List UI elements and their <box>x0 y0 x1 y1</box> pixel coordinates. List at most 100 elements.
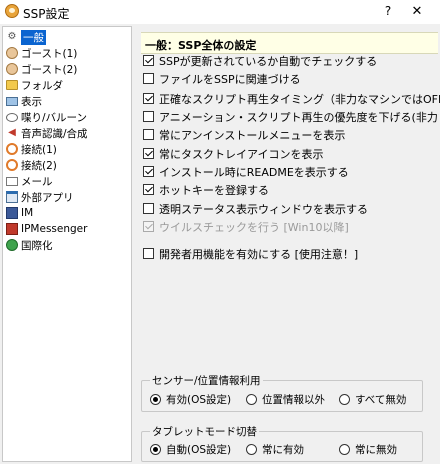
radio-button[interactable] <box>150 394 161 405</box>
checkbox[interactable] <box>143 55 154 66</box>
tablet-mode-group: タブレットモード切替 自動(OS設定) 常に有効 常に無効 <box>141 424 423 462</box>
sidebar-item-ipmessenger[interactable]: IPMessenger <box>6 221 131 237</box>
sidebar-item-i18n[interactable]: 国際化 <box>6 237 131 253</box>
option-tray-icon[interactable]: 常にタスクトレイアイコンを表示 <box>143 146 323 161</box>
sidebar-item-connection-1[interactable]: 接続(1) <box>6 141 131 157</box>
sidebar-item-mail[interactable]: メール <box>6 173 131 189</box>
radio-button[interactable] <box>339 394 350 405</box>
sidebar-item-voice[interactable]: ◀ 音声認識/合成 <box>6 125 131 141</box>
radio-sensor-all-disabled[interactable]: すべて無効 <box>339 392 406 407</box>
group-title: タブレットモード切替 <box>150 424 259 439</box>
radio-sensor-except-location[interactable]: 位置情報以外 <box>246 392 325 407</box>
network-icon <box>6 143 18 155</box>
network-icon <box>6 159 18 171</box>
checkbox[interactable] <box>143 129 154 140</box>
checkbox[interactable] <box>143 184 154 195</box>
messenger-icon <box>6 223 18 235</box>
sidebar-item-label: 接続(1) <box>21 143 57 156</box>
sensor-group: センサー/位置情報利用 有効(OS設定) 位置情報以外 すべて無効 <box>141 373 423 412</box>
option-label: 常にタスクトレイアイコンを表示 <box>159 147 324 161</box>
option-virus-check: ウイルスチェックを行う [Win10以降] <box>143 219 349 234</box>
close-button[interactable]: ✕ <box>406 4 428 20</box>
panel-title: 一般：SSP全体の設定 <box>145 39 257 52</box>
app-window-icon <box>6 191 18 203</box>
option-label: 常にアンインストールメニューを表示 <box>159 128 346 142</box>
option-auto-update-check[interactable]: SSPが更新されているか自動でチェックする <box>143 53 377 68</box>
option-label: 透明ステータス表示ウィンドウを表示する <box>159 202 368 216</box>
speaker-icon: ◀ <box>8 127 16 138</box>
sidebar-item-ghost-1[interactable]: ゴースト(1) <box>6 45 131 61</box>
checkbox[interactable] <box>143 248 154 259</box>
monitor-icon <box>6 96 18 106</box>
option-label: アニメーション・スクリプト再生の優先度を下げる(非力なマシンでON <box>159 110 439 124</box>
sidebar-item-label: 一般 <box>21 29 46 45</box>
speech-bubble-icon <box>6 112 18 122</box>
checkbox <box>143 221 154 232</box>
sidebar-item-label: 接続(2) <box>21 159 57 172</box>
ghost-icon <box>6 47 18 59</box>
sidebar-item-general[interactable]: ⚙ 一般 <box>6 29 131 45</box>
option-show-readme[interactable]: インストール時にREADMEを表示する <box>143 164 349 179</box>
radio-button[interactable] <box>246 444 257 455</box>
sidebar-item-label: IM <box>21 207 34 219</box>
option-status-window[interactable]: 透明ステータス表示ウィンドウを表示する <box>143 201 368 216</box>
radio-button[interactable] <box>150 444 161 455</box>
folder-icon <box>6 80 18 90</box>
im-icon <box>6 207 18 219</box>
sidebar: ⚙ 一般 ゴースト(1) ゴースト(2) フォルダ 表示 喋り/バルーン ◀ 音… <box>2 26 132 462</box>
option-label: ウイルスチェックを行う [Win10以降] <box>159 220 349 234</box>
title-bar: SSP設定 ? ✕ <box>0 0 440 24</box>
sidebar-item-connection-2[interactable]: 接続(2) <box>6 157 131 173</box>
checkbox[interactable] <box>143 93 154 104</box>
sidebar-item-external-app[interactable]: 外部アプリ <box>6 189 131 205</box>
checkbox[interactable] <box>143 73 154 84</box>
ghost-icon <box>6 63 18 75</box>
radio-label: 有効(OS設定) <box>166 394 232 406</box>
checkbox[interactable] <box>143 148 154 159</box>
option-file-association[interactable]: ファイルをSSPに関連づける <box>143 71 301 86</box>
checkbox[interactable] <box>143 111 154 122</box>
gear-icon: ⚙ <box>7 31 17 42</box>
option-hotkey[interactable]: ホットキーを登録する <box>143 182 269 197</box>
option-lower-priority[interactable]: アニメーション・スクリプト再生の優先度を下げる(非力なマシンでON <box>143 109 439 124</box>
radio-button[interactable] <box>246 394 257 405</box>
radio-tablet-auto[interactable]: 自動(OS設定) <box>150 442 231 457</box>
sidebar-item-label: ゴースト(1) <box>21 47 78 60</box>
sidebar-item-label: メール <box>21 175 53 188</box>
option-precise-timing[interactable]: 正確なスクリプト再生タイミング（非力なマシンではOFF） <box>143 91 440 106</box>
option-label: ホットキーを登録する <box>159 183 269 197</box>
app-icon <box>5 4 19 18</box>
sidebar-item-label: 音声認識/合成 <box>21 127 88 140</box>
option-label: インストール時にREADMEを表示する <box>159 165 349 179</box>
sidebar-item-display[interactable]: 表示 <box>6 93 131 109</box>
sidebar-item-label: 国際化 <box>21 239 53 252</box>
option-label: ファイルをSSPに関連づける <box>159 72 301 86</box>
radio-label: 自動(OS設定) <box>166 444 232 456</box>
option-label: 正確なスクリプト再生タイミング（非力なマシンではOFF） <box>159 92 440 106</box>
group-title: センサー/位置情報利用 <box>150 373 263 388</box>
sidebar-item-folder[interactable]: フォルダ <box>6 77 131 93</box>
radio-button[interactable] <box>339 444 350 455</box>
radio-tablet-always-off[interactable]: 常に無効 <box>339 442 397 457</box>
checkbox[interactable] <box>143 166 154 177</box>
radio-label: 常に有効 <box>262 444 304 456</box>
checkbox[interactable] <box>143 203 154 214</box>
sidebar-item-label: ゴースト(2) <box>21 63 78 76</box>
mail-icon <box>6 176 18 186</box>
radio-label: すべて無効 <box>355 394 407 406</box>
option-uninstall-menu[interactable]: 常にアンインストールメニューを表示 <box>143 127 345 142</box>
radio-sensor-enabled[interactable]: 有効(OS設定) <box>150 392 231 407</box>
window-title: SSP設定 <box>23 7 70 21</box>
sidebar-item-ghost-2[interactable]: ゴースト(2) <box>6 61 131 77</box>
sidebar-item-label: フォルダ <box>21 79 63 92</box>
option-label: SSPが更新されているか自動でチェックする <box>159 54 378 68</box>
help-button[interactable]: ? <box>378 4 398 20</box>
sidebar-item-balloon[interactable]: 喋り/バルーン <box>6 109 131 125</box>
panel-header: 一般：SSP全体の設定 <box>141 32 438 54</box>
sidebar-item-im[interactable]: IM <box>6 205 131 221</box>
radio-tablet-always-on[interactable]: 常に有効 <box>246 442 304 457</box>
radio-label: 位置情報以外 <box>262 394 325 406</box>
option-developer-mode[interactable]: 開発者用機能を有効にする [使用注意！] <box>143 246 358 261</box>
radio-label: 常に無効 <box>355 444 397 456</box>
option-label: 開発者用機能を有効にする [使用注意！] <box>159 247 359 261</box>
